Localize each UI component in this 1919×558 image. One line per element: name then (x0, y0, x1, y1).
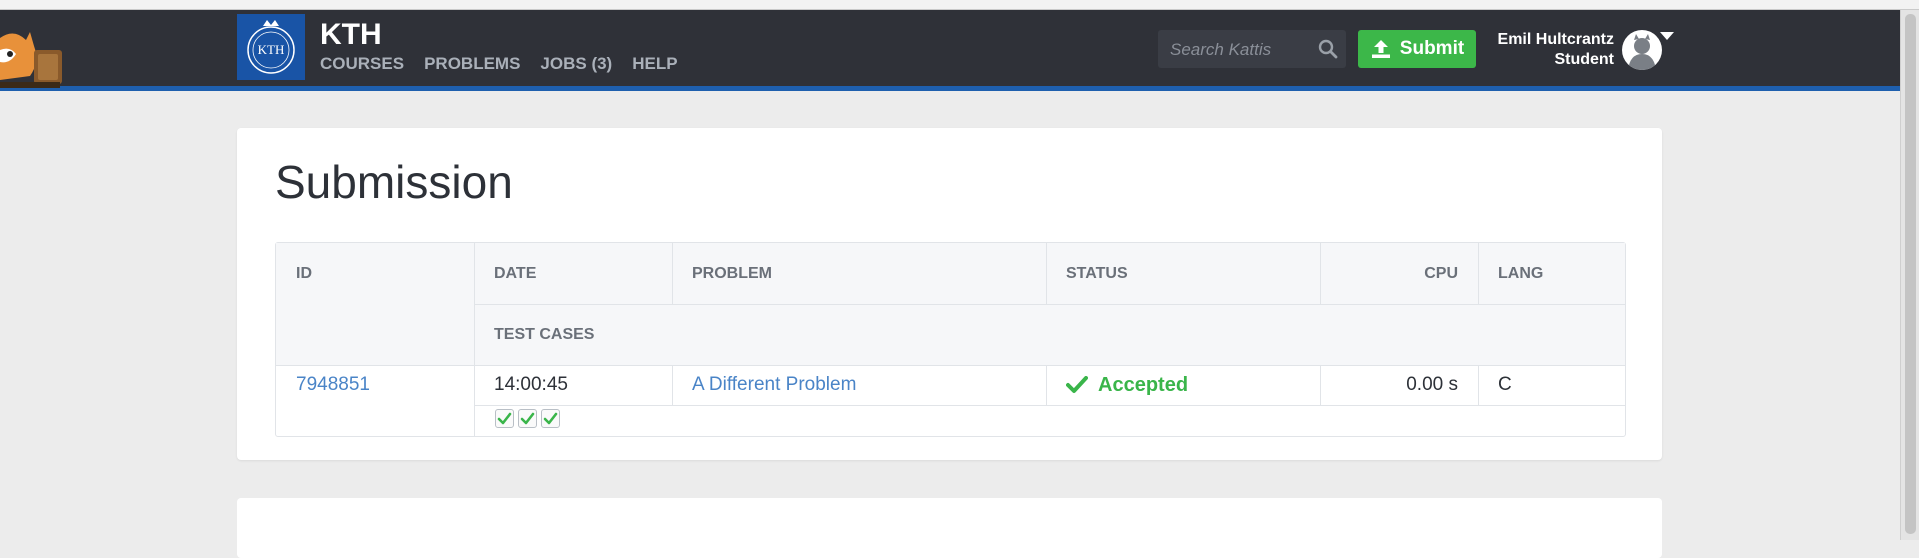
col-divider (1046, 365, 1047, 405)
main-nav: COURSES PROBLEMS JOBS (3) HELP (320, 54, 678, 74)
scrollbar[interactable] (1900, 10, 1919, 540)
header-status: STATUS (1046, 243, 1320, 304)
test-case-list (495, 409, 560, 428)
search-box (1158, 30, 1346, 70)
header-lang: LANG (1478, 243, 1625, 304)
kth-crest-icon: KTH (247, 20, 295, 74)
navbar-accent-stripe (0, 86, 1900, 91)
user-avatar-icon (1628, 34, 1656, 70)
col-divider (1046, 243, 1047, 304)
col-divider (1478, 365, 1479, 405)
kattis-mascot-icon[interactable] (0, 10, 70, 90)
submit-button-label: Submit (1399, 38, 1465, 59)
page-title: Submission (275, 156, 513, 208)
table-row-lang: C (1498, 374, 1512, 395)
nav-jobs[interactable]: JOBS (3) (540, 54, 612, 74)
svg-text:KTH: KTH (258, 42, 285, 57)
test-case-passed-icon[interactable] (518, 409, 537, 428)
check-icon (1066, 376, 1088, 393)
next-card (237, 498, 1662, 558)
header-problem: PROBLEM (672, 243, 1046, 304)
row-divider (276, 365, 1625, 366)
user-info[interactable]: Emil Hultcrantz Student (1470, 30, 1614, 70)
col-divider (1320, 243, 1321, 304)
search-icon[interactable] (1318, 39, 1338, 59)
avatar[interactable] (1622, 30, 1662, 70)
test-case-passed-icon[interactable] (495, 409, 514, 428)
header-cpu: CPU (1320, 243, 1478, 304)
submission-card: Submission ID DATE PROBLEM STATUS CPU LA… (237, 128, 1662, 460)
user-role: Student (1554, 51, 1614, 68)
table-row-id: 7948851 (276, 365, 474, 405)
nav-help[interactable]: HELP (632, 54, 677, 74)
kth-logo[interactable]: KTH (237, 14, 305, 80)
status-text: Accepted (1098, 373, 1189, 396)
submission-table: ID DATE PROBLEM STATUS CPU LANG TEST CAS… (275, 242, 1626, 437)
browser-top-edge (0, 0, 1919, 10)
test-case-passed-icon[interactable] (541, 409, 560, 428)
col-divider (672, 365, 673, 405)
header-date: DATE (474, 243, 672, 304)
header-test-cases: TEST CASES (474, 304, 1625, 365)
header-id: ID (276, 243, 474, 304)
submission-id-link[interactable]: 7948851 (296, 374, 370, 396)
row-divider (474, 304, 1625, 305)
search-input[interactable] (1168, 30, 1312, 70)
row-divider (474, 405, 1625, 406)
site-brand-title[interactable]: KTH (320, 18, 382, 52)
problem-link[interactable]: A Different Problem (692, 374, 856, 396)
nav-problems[interactable]: PROBLEMS (424, 54, 520, 74)
col-divider (1320, 365, 1321, 405)
upload-icon (1371, 40, 1390, 58)
status-badge: Accepted (1046, 365, 1320, 405)
col-divider (1478, 243, 1479, 304)
nav-courses[interactable]: COURSES (320, 54, 404, 74)
header-id-spacer (276, 304, 474, 365)
submit-button[interactable]: Submit (1358, 30, 1476, 68)
col-divider (672, 243, 673, 304)
table-row-cpu: 0.00 s (1406, 374, 1458, 395)
table-row-problem: A Different Problem (672, 365, 1046, 405)
chevron-down-icon[interactable] (1660, 32, 1674, 40)
user-name: Emil Hultcrantz (1497, 31, 1614, 48)
col-divider (474, 243, 475, 436)
table-row-date: 14:00:45 (494, 374, 568, 395)
scrollbar-thumb[interactable] (1905, 14, 1916, 534)
